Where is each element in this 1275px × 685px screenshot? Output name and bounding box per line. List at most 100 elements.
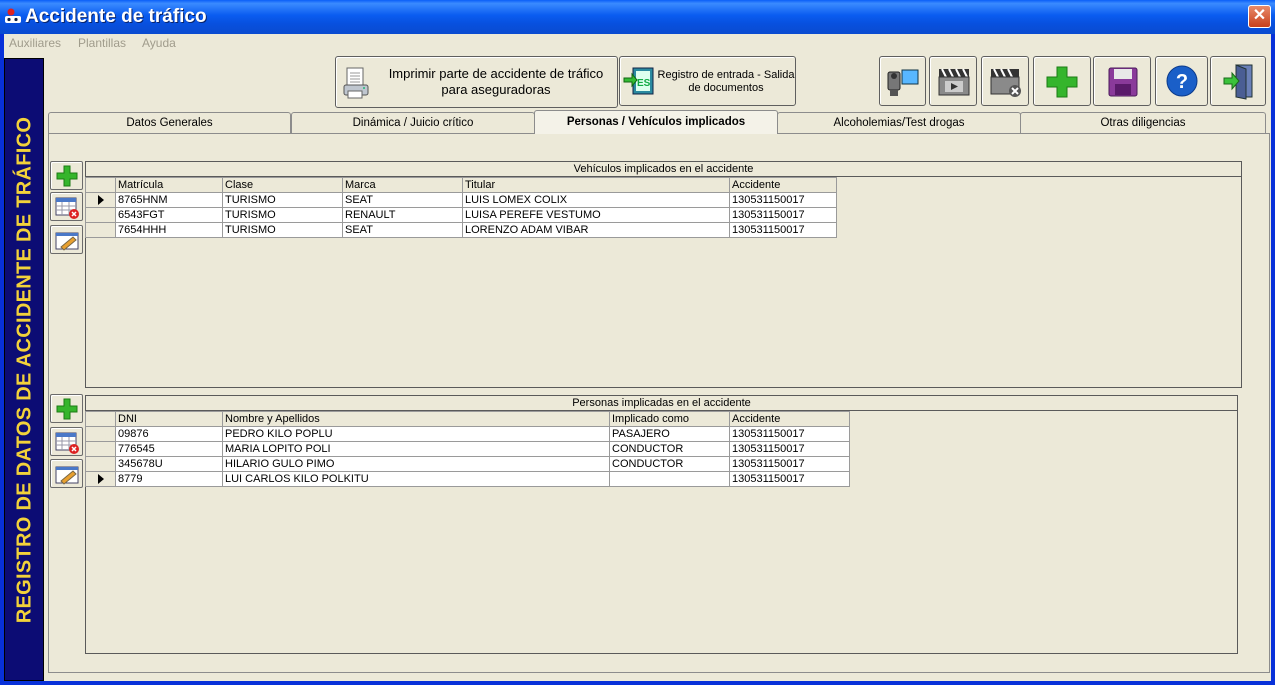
document-register-button[interactable]: ES Registro de entrada - Salida de docum… bbox=[619, 56, 796, 106]
col-nombre[interactable]: Nombre y Apellidos bbox=[222, 411, 610, 427]
cell-titular[interactable]: LUIS LOMEX COLIX bbox=[462, 192, 730, 208]
cell-nombre[interactable]: MARIA LOPITO POLI bbox=[222, 441, 610, 457]
cell-accidente[interactable]: 130531150017 bbox=[729, 456, 850, 472]
save-button[interactable] bbox=[1093, 56, 1151, 106]
edit-icon bbox=[55, 466, 79, 485]
menu-plantillas[interactable]: Plantillas bbox=[78, 36, 126, 50]
tab-personas-vehiculos[interactable]: Personas / Vehículos implicados bbox=[534, 110, 778, 134]
cell-nombre[interactable]: LUI CARLOS KILO POLKITU bbox=[222, 471, 610, 487]
close-icon: ✕ bbox=[1252, 7, 1267, 24]
add-icon bbox=[56, 398, 78, 420]
print-button-label-1: Imprimir parte de accidente de tráfico bbox=[388, 66, 604, 81]
tab-dinamica[interactable]: Dinámica / Juicio crítico bbox=[291, 112, 535, 133]
video-play-icon bbox=[938, 68, 970, 96]
cell-nombre[interactable]: PEDRO KILO POPLU bbox=[222, 426, 610, 442]
col-implicado[interactable]: Implicado como bbox=[609, 411, 730, 427]
cell-dni[interactable]: 345678U bbox=[115, 456, 223, 472]
cell-dni[interactable]: 09876 bbox=[115, 426, 223, 442]
cell-implicado[interactable]: CONDUCTOR bbox=[609, 456, 730, 472]
cell-implicado[interactable]: PASAJERO bbox=[609, 426, 730, 442]
exit-button[interactable] bbox=[1210, 56, 1266, 106]
delete-person-button[interactable] bbox=[50, 427, 83, 456]
cell-implicado[interactable] bbox=[609, 471, 730, 487]
table-row[interactable]: 09876 PEDRO KILO POPLU PASAJERO 13053115… bbox=[85, 426, 850, 442]
table-row[interactable]: 776545 MARIA LOPITO POLI CONDUCTOR 13053… bbox=[85, 441, 850, 457]
cell-accidente[interactable]: 130531150017 bbox=[729, 207, 837, 223]
cell-accidente[interactable]: 130531150017 bbox=[729, 222, 837, 238]
print-insurance-report-button[interactable]: Imprimir parte de accidente de tráfico p… bbox=[335, 56, 618, 108]
cell-accidente[interactable]: 130531150017 bbox=[729, 426, 850, 442]
cell-implicado[interactable]: CONDUCTOR bbox=[609, 441, 730, 457]
add-icon bbox=[56, 165, 78, 187]
row-selector[interactable] bbox=[85, 441, 116, 457]
delete-record-icon bbox=[55, 197, 79, 219]
add-person-button[interactable] bbox=[50, 394, 83, 423]
col-titular[interactable]: Titular bbox=[462, 177, 730, 193]
persons-header-row: DNI Nombre y Apellidos Implicado como Ac… bbox=[85, 411, 850, 427]
cell-titular[interactable]: LUISA PEREFE VESTUMO bbox=[462, 207, 730, 223]
window-title: Accidente de tráfico bbox=[25, 6, 207, 27]
table-row[interactable]: 6543FGT TURISMO RENAULT LUISA PEREFE VES… bbox=[85, 207, 837, 223]
row-selector[interactable] bbox=[85, 207, 116, 223]
col-dni[interactable]: DNI bbox=[115, 411, 223, 427]
register-badge-text: ES bbox=[637, 78, 651, 89]
add-vehicle-button[interactable] bbox=[50, 161, 83, 190]
col-clase[interactable]: Clase bbox=[222, 177, 343, 193]
cell-clase[interactable]: TURISMO bbox=[222, 192, 343, 208]
table-row[interactable]: 345678U HILARIO GULO PIMO CONDUCTOR 1305… bbox=[85, 456, 850, 472]
row-selector[interactable] bbox=[85, 426, 116, 442]
cell-matricula[interactable]: 6543FGT bbox=[115, 207, 223, 223]
cell-titular[interactable]: LORENZO ADAM VIBAR bbox=[462, 222, 730, 238]
title-bar[interactable]: Accidente de tráfico ✕ bbox=[0, 0, 1275, 34]
camera-button[interactable] bbox=[879, 56, 926, 106]
save-icon bbox=[1108, 67, 1138, 97]
persons-grid: Personas implicadas en el accidente DNI … bbox=[85, 395, 1238, 654]
tab-alcoholemias[interactable]: Alcoholemias/Test drogas bbox=[777, 112, 1021, 133]
col-accidente[interactable]: Accidente bbox=[729, 411, 850, 427]
row-selector[interactable] bbox=[85, 192, 116, 208]
camera-icon bbox=[887, 69, 919, 96]
video-play-button[interactable] bbox=[929, 56, 977, 106]
row-selector[interactable] bbox=[85, 456, 116, 472]
table-row[interactable]: 8765HNM TURISMO SEAT LUIS LOMEX COLIX 13… bbox=[85, 192, 837, 208]
cell-nombre[interactable]: HILARIO GULO PIMO bbox=[222, 456, 610, 472]
row-selector[interactable] bbox=[85, 222, 116, 238]
edit-vehicle-button[interactable] bbox=[50, 225, 83, 254]
table-row[interactable]: 8779 LUI CARLOS KILO POLKITU 13053115001… bbox=[85, 471, 850, 487]
edit-icon bbox=[55, 232, 79, 251]
help-button[interactable]: ? bbox=[1155, 56, 1208, 106]
tab-datos-generales[interactable]: Datos Generales bbox=[48, 112, 291, 133]
menu-auxiliares[interactable]: Auxiliares bbox=[9, 36, 61, 50]
register-button-label-2: de documentos bbox=[688, 82, 764, 94]
col-matricula[interactable]: Matrícula bbox=[115, 177, 223, 193]
cell-marca[interactable]: SEAT bbox=[342, 222, 463, 238]
cell-matricula[interactable]: 8765HNM bbox=[115, 192, 223, 208]
register-button-label-1: Registro de entrada - Salida bbox=[657, 69, 795, 81]
tab-otras-diligencias[interactable]: Otras diligencias bbox=[1020, 112, 1266, 133]
vehicles-table: Matrícula Clase Marca Titular Accidente … bbox=[85, 177, 837, 238]
delete-vehicle-button[interactable] bbox=[50, 192, 83, 221]
delete-record-icon bbox=[55, 432, 79, 454]
col-accidente[interactable]: Accidente bbox=[729, 177, 837, 193]
edit-person-button[interactable] bbox=[50, 459, 83, 488]
add-button[interactable] bbox=[1033, 56, 1091, 106]
menu-ayuda[interactable]: Ayuda bbox=[142, 36, 176, 50]
cell-clase[interactable]: TURISMO bbox=[222, 207, 343, 223]
cell-marca[interactable]: SEAT bbox=[342, 192, 463, 208]
cell-accidente[interactable]: 130531150017 bbox=[729, 441, 850, 457]
cell-accidente[interactable]: 130531150017 bbox=[729, 471, 850, 487]
side-banner: REGISTRO DE DATOS DE ACCIDENTE DE TRÁFIC… bbox=[4, 58, 44, 681]
table-row[interactable]: 7654HHH TURISMO SEAT LORENZO ADAM VIBAR … bbox=[85, 222, 837, 238]
col-marca[interactable]: Marca bbox=[342, 177, 463, 193]
app-window: Accidente de tráfico ✕ Auxiliares Planti… bbox=[0, 0, 1275, 685]
cell-clase[interactable]: TURISMO bbox=[222, 222, 343, 238]
cell-dni[interactable]: 8779 bbox=[115, 471, 223, 487]
row-selector[interactable] bbox=[85, 471, 116, 487]
close-button[interactable]: ✕ bbox=[1248, 5, 1271, 28]
video-delete-button[interactable] bbox=[981, 56, 1029, 106]
current-row-arrow-icon bbox=[97, 473, 104, 484]
cell-marca[interactable]: RENAULT bbox=[342, 207, 463, 223]
cell-dni[interactable]: 776545 bbox=[115, 441, 223, 457]
cell-matricula[interactable]: 7654HHH bbox=[115, 222, 223, 238]
cell-accidente[interactable]: 130531150017 bbox=[729, 192, 837, 208]
